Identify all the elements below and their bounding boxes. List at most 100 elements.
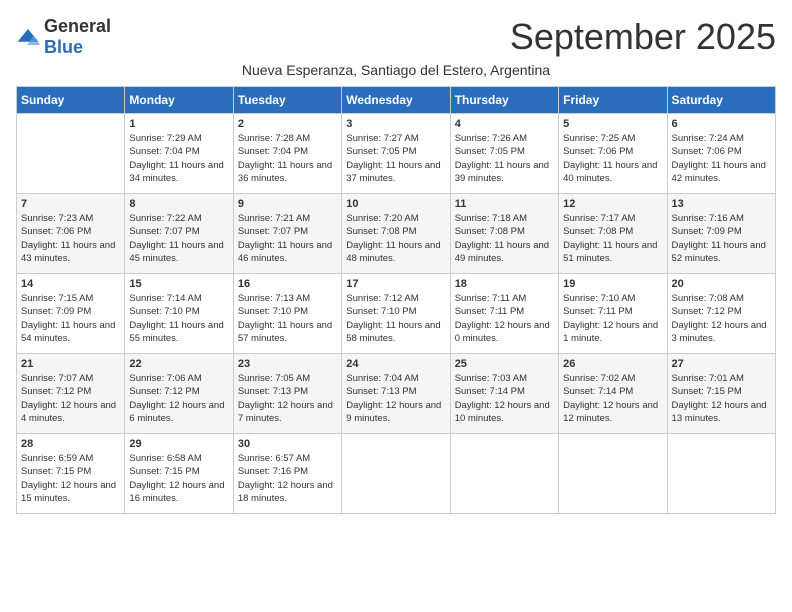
table-row: 5 Sunrise: 7:25 AMSunset: 7:06 PMDayligh… (559, 114, 667, 194)
day-info: Sunrise: 7:28 AMSunset: 7:04 PMDaylight:… (238, 132, 337, 185)
table-row: 7 Sunrise: 7:23 AMSunset: 7:06 PMDayligh… (17, 194, 125, 274)
header: General Blue September 2025 (16, 16, 776, 58)
table-row: 6 Sunrise: 7:24 AMSunset: 7:06 PMDayligh… (667, 114, 775, 194)
day-info: Sunrise: 7:26 AMSunset: 7:05 PMDaylight:… (455, 132, 554, 185)
table-row: 10 Sunrise: 7:20 AMSunset: 7:08 PMDaylig… (342, 194, 450, 274)
day-info: Sunrise: 7:20 AMSunset: 7:08 PMDaylight:… (346, 212, 445, 265)
day-number: 26 (563, 358, 662, 370)
table-row: 26 Sunrise: 7:02 AMSunset: 7:14 PMDaylig… (559, 354, 667, 434)
table-row: 1 Sunrise: 7:29 AMSunset: 7:04 PMDayligh… (125, 114, 233, 194)
day-number: 3 (346, 118, 445, 130)
day-info: Sunrise: 7:17 AMSunset: 7:08 PMDaylight:… (563, 212, 662, 265)
calendar-table: Sunday Monday Tuesday Wednesday Thursday… (16, 86, 776, 514)
day-info: Sunrise: 7:25 AMSunset: 7:06 PMDaylight:… (563, 132, 662, 185)
day-number: 12 (563, 198, 662, 210)
table-row: 12 Sunrise: 7:17 AMSunset: 7:08 PMDaylig… (559, 194, 667, 274)
calendar-week-row: 7 Sunrise: 7:23 AMSunset: 7:06 PMDayligh… (17, 194, 776, 274)
day-number: 27 (672, 358, 771, 370)
table-row: 9 Sunrise: 7:21 AMSunset: 7:07 PMDayligh… (233, 194, 341, 274)
table-row: 25 Sunrise: 7:03 AMSunset: 7:14 PMDaylig… (450, 354, 558, 434)
logo-text: General Blue (44, 16, 111, 58)
table-row (667, 434, 775, 514)
day-number: 15 (129, 278, 228, 290)
table-row: 2 Sunrise: 7:28 AMSunset: 7:04 PMDayligh… (233, 114, 341, 194)
month-title: September 2025 (510, 16, 776, 58)
day-info: Sunrise: 6:57 AMSunset: 7:16 PMDaylight:… (238, 452, 337, 505)
table-row: 4 Sunrise: 7:26 AMSunset: 7:05 PMDayligh… (450, 114, 558, 194)
day-info: Sunrise: 7:06 AMSunset: 7:12 PMDaylight:… (129, 372, 228, 425)
logo-icon (16, 27, 40, 47)
day-info: Sunrise: 7:13 AMSunset: 7:10 PMDaylight:… (238, 292, 337, 345)
day-number: 10 (346, 198, 445, 210)
table-row (342, 434, 450, 514)
table-row (17, 114, 125, 194)
day-info: Sunrise: 7:11 AMSunset: 7:11 PMDaylight:… (455, 292, 554, 345)
header-row: Sunday Monday Tuesday Wednesday Thursday… (17, 87, 776, 114)
day-info: Sunrise: 6:59 AMSunset: 7:15 PMDaylight:… (21, 452, 120, 505)
day-number: 19 (563, 278, 662, 290)
col-tuesday: Tuesday (233, 87, 341, 114)
table-row: 28 Sunrise: 6:59 AMSunset: 7:15 PMDaylig… (17, 434, 125, 514)
col-thursday: Thursday (450, 87, 558, 114)
table-row: 17 Sunrise: 7:12 AMSunset: 7:10 PMDaylig… (342, 274, 450, 354)
day-number: 2 (238, 118, 337, 130)
day-info: Sunrise: 7:14 AMSunset: 7:10 PMDaylight:… (129, 292, 228, 345)
day-number: 1 (129, 118, 228, 130)
table-row: 29 Sunrise: 6:58 AMSunset: 7:15 PMDaylig… (125, 434, 233, 514)
day-number: 23 (238, 358, 337, 370)
table-row: 22 Sunrise: 7:06 AMSunset: 7:12 PMDaylig… (125, 354, 233, 434)
calendar-week-row: 1 Sunrise: 7:29 AMSunset: 7:04 PMDayligh… (17, 114, 776, 194)
table-row: 21 Sunrise: 7:07 AMSunset: 7:12 PMDaylig… (17, 354, 125, 434)
table-row: 3 Sunrise: 7:27 AMSunset: 7:05 PMDayligh… (342, 114, 450, 194)
table-row: 18 Sunrise: 7:11 AMSunset: 7:11 PMDaylig… (450, 274, 558, 354)
day-info: Sunrise: 6:58 AMSunset: 7:15 PMDaylight:… (129, 452, 228, 505)
calendar-week-row: 28 Sunrise: 6:59 AMSunset: 7:15 PMDaylig… (17, 434, 776, 514)
day-number: 22 (129, 358, 228, 370)
day-number: 28 (21, 438, 120, 450)
day-number: 21 (21, 358, 120, 370)
table-row: 11 Sunrise: 7:18 AMSunset: 7:08 PMDaylig… (450, 194, 558, 274)
day-number: 6 (672, 118, 771, 130)
day-info: Sunrise: 7:24 AMSunset: 7:06 PMDaylight:… (672, 132, 771, 185)
day-info: Sunrise: 7:12 AMSunset: 7:10 PMDaylight:… (346, 292, 445, 345)
table-row (559, 434, 667, 514)
day-info: Sunrise: 7:07 AMSunset: 7:12 PMDaylight:… (21, 372, 120, 425)
logo: General Blue (16, 16, 111, 58)
day-info: Sunrise: 7:18 AMSunset: 7:08 PMDaylight:… (455, 212, 554, 265)
day-number: 7 (21, 198, 120, 210)
table-row: 19 Sunrise: 7:10 AMSunset: 7:11 PMDaylig… (559, 274, 667, 354)
day-info: Sunrise: 7:23 AMSunset: 7:06 PMDaylight:… (21, 212, 120, 265)
logo-blue: Blue (44, 37, 83, 57)
day-number: 14 (21, 278, 120, 290)
day-info: Sunrise: 7:02 AMSunset: 7:14 PMDaylight:… (563, 372, 662, 425)
table-row: 13 Sunrise: 7:16 AMSunset: 7:09 PMDaylig… (667, 194, 775, 274)
day-number: 24 (346, 358, 445, 370)
col-sunday: Sunday (17, 87, 125, 114)
day-number: 4 (455, 118, 554, 130)
day-info: Sunrise: 7:22 AMSunset: 7:07 PMDaylight:… (129, 212, 228, 265)
table-row: 23 Sunrise: 7:05 AMSunset: 7:13 PMDaylig… (233, 354, 341, 434)
table-row: 16 Sunrise: 7:13 AMSunset: 7:10 PMDaylig… (233, 274, 341, 354)
table-row: 27 Sunrise: 7:01 AMSunset: 7:15 PMDaylig… (667, 354, 775, 434)
calendar-week-row: 21 Sunrise: 7:07 AMSunset: 7:12 PMDaylig… (17, 354, 776, 434)
day-number: 16 (238, 278, 337, 290)
day-info: Sunrise: 7:03 AMSunset: 7:14 PMDaylight:… (455, 372, 554, 425)
title-area: September 2025 (510, 16, 776, 58)
day-info: Sunrise: 7:16 AMSunset: 7:09 PMDaylight:… (672, 212, 771, 265)
day-number: 8 (129, 198, 228, 210)
day-info: Sunrise: 7:27 AMSunset: 7:05 PMDaylight:… (346, 132, 445, 185)
day-info: Sunrise: 7:10 AMSunset: 7:11 PMDaylight:… (563, 292, 662, 345)
table-row: 15 Sunrise: 7:14 AMSunset: 7:10 PMDaylig… (125, 274, 233, 354)
table-row: 24 Sunrise: 7:04 AMSunset: 7:13 PMDaylig… (342, 354, 450, 434)
day-number: 20 (672, 278, 771, 290)
table-row: 20 Sunrise: 7:08 AMSunset: 7:12 PMDaylig… (667, 274, 775, 354)
day-info: Sunrise: 7:01 AMSunset: 7:15 PMDaylight:… (672, 372, 771, 425)
day-number: 29 (129, 438, 228, 450)
day-info: Sunrise: 7:15 AMSunset: 7:09 PMDaylight:… (21, 292, 120, 345)
day-number: 5 (563, 118, 662, 130)
day-number: 9 (238, 198, 337, 210)
day-info: Sunrise: 7:05 AMSunset: 7:13 PMDaylight:… (238, 372, 337, 425)
logo-general: General (44, 16, 111, 36)
day-info: Sunrise: 7:04 AMSunset: 7:13 PMDaylight:… (346, 372, 445, 425)
table-row (450, 434, 558, 514)
